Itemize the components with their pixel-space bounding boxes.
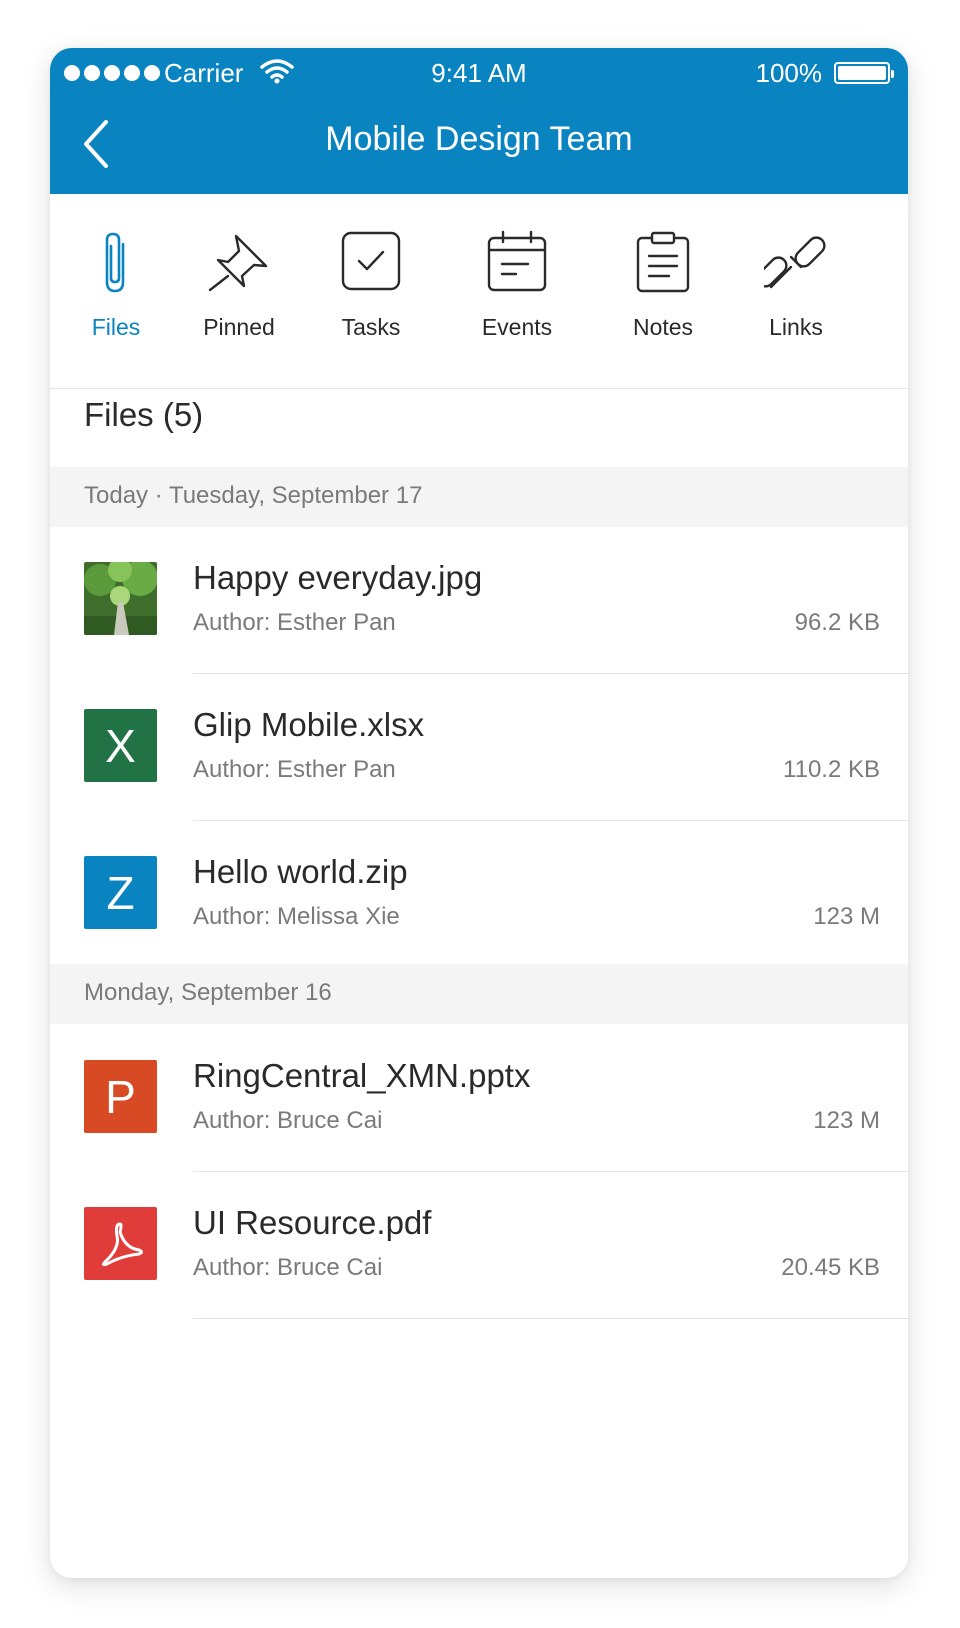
image-thumbnail xyxy=(84,562,157,635)
tab-events-label: Events xyxy=(481,314,553,340)
acrobat-icon xyxy=(101,1222,143,1266)
tab-pinned-label: Pinned xyxy=(203,314,275,340)
file-author: Author: Esther Pan xyxy=(193,609,396,636)
tab-tasks[interactable]: Tasks xyxy=(311,194,431,388)
file-row[interactable]: Happy everyday.jpg Author: Esther Pan 96… xyxy=(50,527,908,674)
tab-events[interactable]: Events xyxy=(457,194,577,388)
file-size: 96.2 KB xyxy=(794,609,880,636)
file-size: 123 M xyxy=(813,1107,880,1134)
file-name: Happy everyday.jpg xyxy=(193,559,483,596)
navigation-bar: Mobile Design Team xyxy=(50,98,908,194)
file-author: Author: Esther Pan xyxy=(193,756,396,783)
tab-tasks-label: Tasks xyxy=(341,314,401,340)
tab-pinned[interactable]: Pinned xyxy=(179,194,299,388)
date-group-label: Monday, September 16 xyxy=(84,979,332,1006)
battery-icon xyxy=(834,62,894,84)
pdf-file-icon xyxy=(84,1207,157,1280)
file-row[interactable]: Z Hello world.zip Author: Melissa Xie 12… xyxy=(50,821,908,968)
calendar-icon xyxy=(487,230,547,292)
excel-file-icon: X xyxy=(84,709,157,782)
file-author: Author: Bruce Cai xyxy=(193,1107,383,1134)
file-type-badge: X xyxy=(105,719,136,772)
header: Carrier 9:41 AM 100% Mobile Design Team xyxy=(50,48,908,194)
status-bar: Carrier 9:41 AM 100% xyxy=(50,48,908,98)
powerpoint-file-icon: P xyxy=(84,1060,157,1133)
file-row[interactable]: X Glip Mobile.xlsx Author: Esther Pan 11… xyxy=(50,674,908,821)
tab-bar: Files Pinned Tasks Events Notes Links xyxy=(50,194,908,389)
link-icon xyxy=(764,236,826,289)
date-group-label: Today · Tuesday, September 17 xyxy=(84,482,423,509)
zip-file-icon: Z xyxy=(84,856,157,929)
file-type-badge: P xyxy=(105,1070,136,1123)
tab-notes[interactable]: Notes xyxy=(603,194,723,388)
file-name: Glip Mobile.xlsx xyxy=(193,706,425,743)
battery-percentage: 100% xyxy=(755,58,823,88)
date-group-header: Monday, September 16 xyxy=(50,964,908,1024)
file-size: 110.2 KB xyxy=(783,756,880,783)
file-author: Author: Bruce Cai xyxy=(193,1254,383,1281)
tab-files-label: Files xyxy=(91,314,141,340)
file-type-badge: Z xyxy=(106,866,135,919)
pin-icon xyxy=(208,234,268,292)
file-size: 123 M xyxy=(813,903,880,930)
notes-icon xyxy=(636,231,690,293)
file-size: 20.45 KB xyxy=(781,1254,880,1281)
tab-links[interactable]: Links xyxy=(736,194,856,388)
file-name: Hello world.zip xyxy=(193,853,408,890)
file-row[interactable]: UI Resource.pdf Author: Bruce Cai 20.45 … xyxy=(50,1172,908,1319)
file-name: UI Resource.pdf xyxy=(193,1204,432,1241)
file-row[interactable]: P RingCentral_XMN.pptx Author: Bruce Cai… xyxy=(50,1025,908,1172)
date-group-header: Today · Tuesday, September 17 xyxy=(50,467,908,527)
tab-files[interactable]: Files xyxy=(56,194,176,388)
files-count-heading: Files (5) xyxy=(84,396,204,433)
paperclip-icon xyxy=(105,232,125,293)
phone-frame: Carrier 9:41 AM 100% Mobile Design Team xyxy=(50,48,908,1578)
row-divider xyxy=(193,1318,908,1319)
task-check-icon xyxy=(341,231,401,291)
tab-notes-label: Notes xyxy=(632,314,694,340)
file-name: RingCentral_XMN.pptx xyxy=(193,1057,531,1094)
tab-links-label: Links xyxy=(769,314,823,340)
file-author: Author: Melissa Xie xyxy=(193,903,400,930)
page-title: Mobile Design Team xyxy=(325,120,633,158)
